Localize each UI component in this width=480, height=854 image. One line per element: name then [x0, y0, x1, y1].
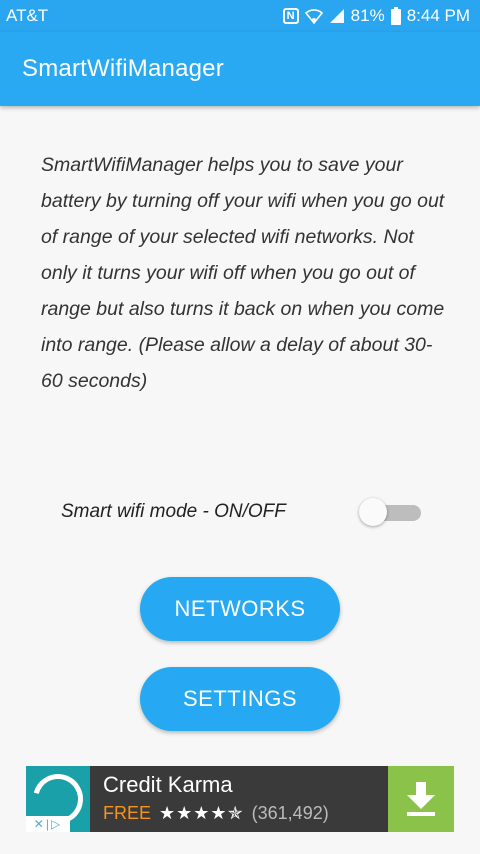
ad-details: FREE ★★★★✯ (361,492): [103, 803, 388, 824]
app-screen: AT&T N 81% 8:44 PM SmartWifiManager Smar…: [0, 0, 480, 854]
nfc-icon: N: [282, 8, 299, 24]
download-icon: [407, 782, 435, 816]
smart-wifi-switch[interactable]: [359, 498, 421, 526]
ad-rating-count: (361,492): [251, 803, 329, 823]
smart-wifi-toggle-row: Smart wifi mode - ON/OFF: [61, 494, 421, 530]
ad-price: FREE: [103, 803, 152, 823]
app-description: SmartWifiManager helps you to save your …: [41, 154, 445, 392]
ad-app-name: Credit Karma: [103, 772, 233, 797]
smart-wifi-toggle-label: Smart wifi mode - ON/OFF: [61, 501, 286, 522]
status-bar: AT&T N 81% 8:44 PM: [0, 0, 480, 32]
wifi-icon: [304, 8, 323, 24]
networks-button[interactable]: NETWORKS: [140, 577, 340, 641]
adchoices-icon[interactable]: ✕|▷: [26, 816, 70, 832]
ad-text: Credit Karma FREE ★★★★✯ (361,492): [90, 766, 388, 832]
ad-rating-stars: ★★★★✯: [159, 803, 244, 823]
status-icons: N 81% 8:44 PM: [282, 6, 470, 26]
clock: 8:44 PM: [406, 6, 470, 25]
app-bar: SmartWifiManager: [0, 32, 480, 106]
switch-thumb: [359, 498, 387, 526]
battery-icon: [390, 7, 401, 25]
carrier-label: AT&T: [6, 6, 49, 25]
ad-download-button[interactable]: [388, 766, 454, 832]
credit-karma-logo: ✕|▷: [23, 764, 93, 834]
battery-percent: 81%: [350, 6, 385, 25]
app-title: SmartWifiManager: [22, 55, 224, 82]
settings-button[interactable]: SETTINGS: [140, 667, 340, 731]
ad-banner[interactable]: ✕|▷ Credit Karma FREE ★★★★✯ (361,492): [23, 764, 454, 834]
signal-icon: [329, 8, 345, 24]
